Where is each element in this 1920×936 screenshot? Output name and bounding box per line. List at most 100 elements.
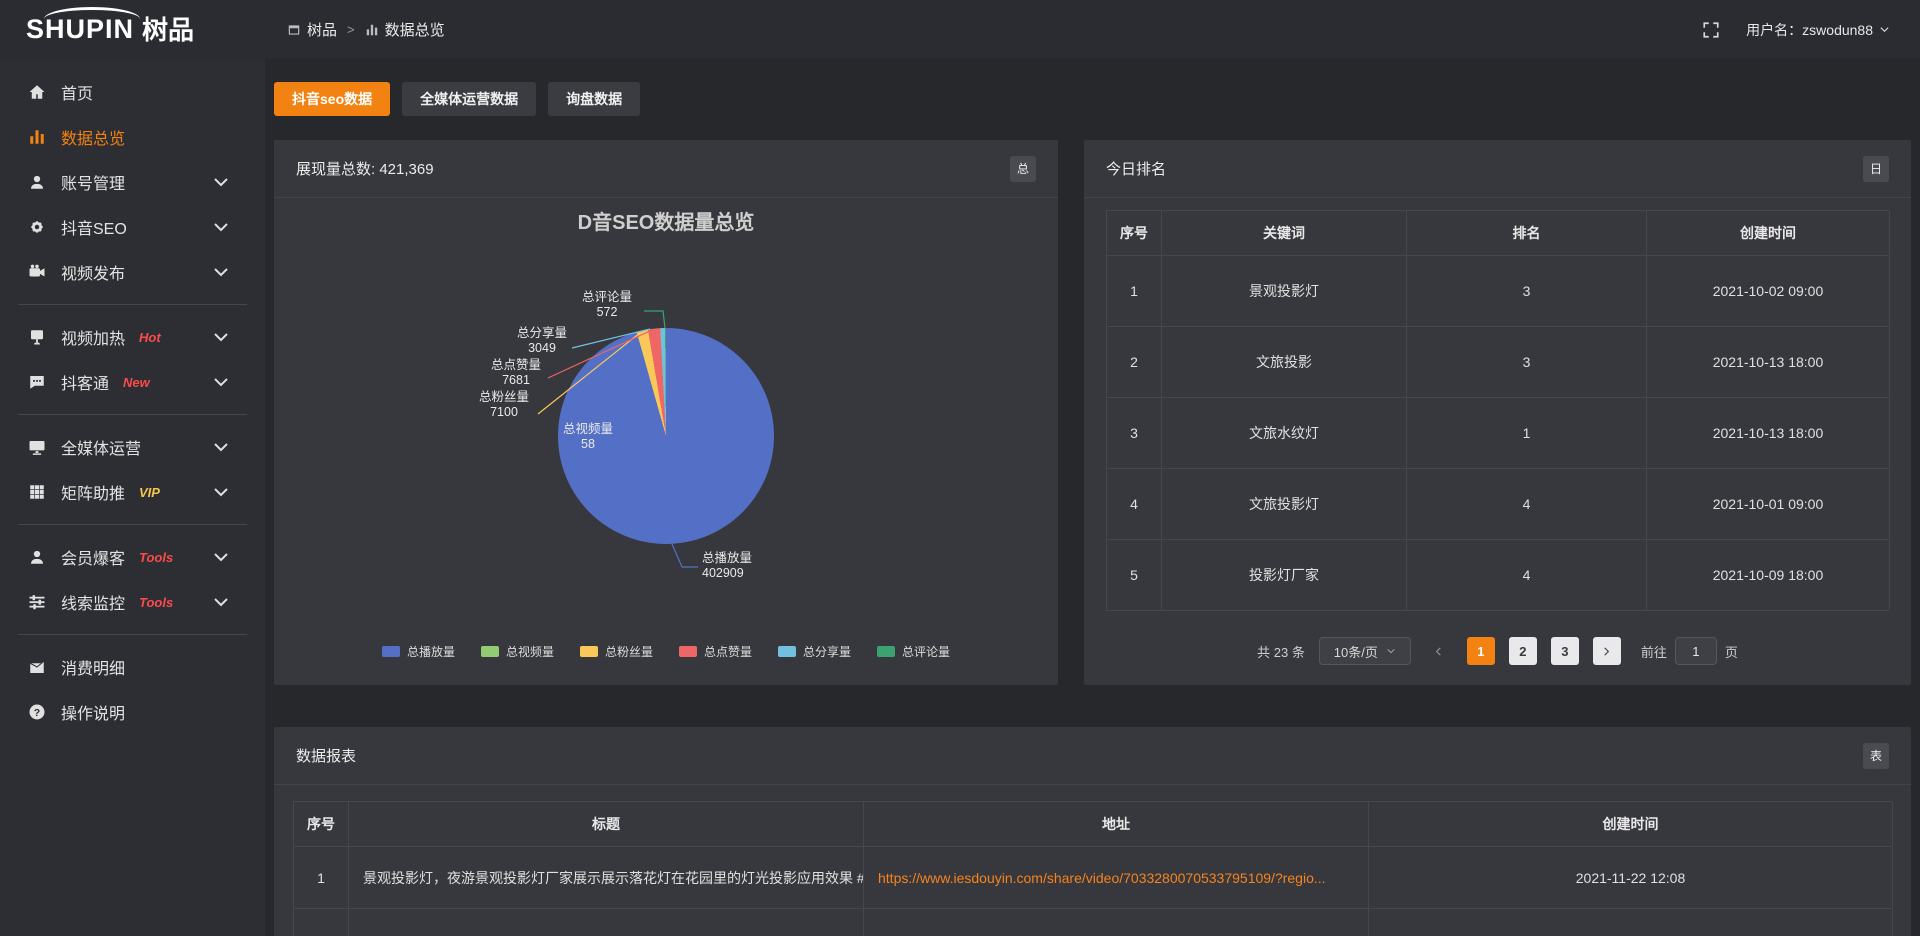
table-cell: 3: [1107, 398, 1162, 468]
page-button-2[interactable]: 2: [1509, 637, 1537, 665]
pie-label-name: 总视频量: [563, 422, 613, 437]
chevron-down-icon: [212, 173, 230, 191]
fullscreen-icon[interactable]: [1702, 21, 1720, 39]
legend-item[interactable]: 总播放量: [382, 643, 455, 660]
breadcrumb-separator: >: [347, 22, 355, 37]
breadcrumb-label: 树品: [307, 19, 337, 40]
table-cell: 4: [1407, 540, 1647, 610]
chevron-down-icon: [212, 438, 230, 456]
sidebar-item-operation-guide[interactable]: ? 操作说明: [0, 692, 265, 732]
sidebar-item-data-overview[interactable]: 数据总览: [0, 117, 265, 157]
sidebar-item-omni-media[interactable]: 全媒体运营: [0, 427, 265, 467]
legend-item[interactable]: 总视频量: [481, 643, 554, 660]
chevron-down-icon: [212, 483, 230, 501]
table-cell: 文旅水纹灯: [1162, 398, 1407, 468]
legend-label: 总视频量: [506, 643, 554, 660]
user-menu[interactable]: 用户名：zswodun88: [1746, 20, 1890, 40]
sidebar-item-label: 视频加热: [61, 325, 125, 349]
question-icon: ?: [28, 703, 46, 721]
pie-label: 总评论量572: [582, 290, 632, 320]
table-cell: 2: [1107, 327, 1162, 397]
goto-page: 前往页: [1641, 637, 1738, 665]
table-cell: 投影灯厂家: [1162, 540, 1407, 610]
sidebar-item-video-publish[interactable]: 视频发布: [0, 252, 265, 292]
report-panel-title: 数据报表: [296, 745, 356, 766]
next-page-button[interactable]: [1593, 637, 1621, 665]
table-row: 1景观投影灯，夜游景观投影灯厂家展示展示落花灯在花园里的灯光投影应用效果 #ht…: [294, 847, 1892, 909]
column-header: 排名: [1407, 211, 1647, 255]
pie-label-name: 总分享量: [517, 326, 567, 341]
sidebar-item-label: 操作说明: [61, 700, 125, 724]
column-header: 创建时间: [1647, 211, 1890, 255]
sidebar-item-home[interactable]: 首页: [0, 72, 265, 112]
page-button-3[interactable]: 3: [1551, 637, 1579, 665]
column-header: 序号: [1107, 211, 1162, 255]
bar-chart-icon: [365, 23, 379, 37]
day-toggle-button[interactable]: 日: [1863, 156, 1889, 182]
legend-label: 总粉丝量: [605, 643, 653, 660]
tab-omni-media-data[interactable]: 全媒体运营数据: [402, 82, 536, 116]
sidebar-item-label: 线索监控: [61, 590, 125, 614]
table-toggle-button[interactable]: 表: [1863, 743, 1889, 769]
sidebar-item-lead-monitor[interactable]: 线索监控 Tools: [0, 582, 265, 622]
table-cell: 4: [1107, 469, 1162, 539]
legend-item[interactable]: 总点赞量: [679, 643, 752, 660]
pie-label: 总视频量58: [563, 422, 613, 452]
table-cell: 1: [1107, 256, 1162, 326]
sliders-icon: [28, 593, 46, 611]
table-cell: 2021-10-09 18:00: [1647, 540, 1890, 610]
table-cell: 3: [1407, 327, 1647, 397]
logo-cn-text: 树品: [142, 17, 194, 43]
user-icon: [28, 548, 46, 566]
sidebar-item-consumption-detail[interactable]: 消费明细: [0, 647, 265, 687]
sidebar-item-badge: Tools: [139, 550, 173, 565]
tab-douyin-seo-data[interactable]: 抖音seo数据: [274, 82, 390, 116]
goto-suffix: 页: [1725, 642, 1738, 661]
pie-label-value: 58: [563, 437, 613, 452]
link-cell[interactable]: https://www.iesdouyin.com/share/video/70…: [864, 847, 1369, 908]
total-toggle-button[interactable]: 总: [1010, 156, 1036, 182]
chevron-down-icon: [212, 218, 230, 236]
page-button-1[interactable]: 1: [1467, 637, 1495, 665]
gear-icon: [28, 218, 46, 236]
sidebar-item-douketong[interactable]: 抖客通New: [0, 362, 265, 402]
chat-icon: [28, 373, 46, 391]
sidebar-item-video-heating[interactable]: 视频加热Hot: [0, 317, 265, 357]
pie-label-value: 572: [582, 305, 632, 320]
pie-label: 总播放量402909: [702, 551, 752, 581]
table-cell: [294, 909, 349, 936]
sidebar-item-label: 抖客通: [61, 370, 109, 394]
goto-page-input[interactable]: [1675, 637, 1717, 665]
chevron-down-icon: [212, 373, 230, 391]
legend-item[interactable]: 总粉丝量: [580, 643, 653, 660]
chart-title: D音SEO数据量总览: [274, 206, 1058, 235]
sidebar-divider: [18, 414, 247, 415]
table-cell: 2021-11-22 12:08: [1369, 847, 1893, 908]
breadcrumb-item-shupin[interactable]: 树品: [287, 19, 337, 40]
pie-label-name: 总评论量: [582, 290, 632, 305]
sidebar-item-douyin-seo[interactable]: 抖音SEO: [0, 207, 265, 247]
prev-page-button[interactable]: [1425, 637, 1453, 665]
chevron-left-icon: [1433, 646, 1444, 657]
ranking-table: 序号关键词排名创建时间1景观投影灯32021-10-02 09:002文旅投影3…: [1106, 210, 1889, 611]
table-row: 4文旅投影灯42021-10-01 09:00: [1107, 469, 1889, 540]
legend-item[interactable]: 总评论量: [877, 643, 950, 660]
page-size-select[interactable]: 10条/页: [1319, 637, 1411, 665]
sidebar-item-badge: Tools: [139, 595, 173, 610]
impressions-total-label: 展现量总数: 421,369: [296, 158, 434, 179]
sidebar-item-matrix-boost[interactable]: 矩阵助推VIP: [0, 472, 265, 512]
sidebar-item-member-baoke[interactable]: 会员爆客Tools: [0, 537, 265, 577]
legend-item[interactable]: 总分享量: [778, 643, 851, 660]
tab-inquiry-data[interactable]: 询盘数据: [548, 82, 640, 116]
home-icon: [28, 83, 46, 101]
breadcrumb-item-data-overview[interactable]: 数据总览: [365, 19, 445, 40]
grid-icon: [28, 483, 46, 501]
legend-swatch: [382, 646, 400, 657]
user-icon: [28, 173, 46, 191]
monitor-icon: [28, 438, 46, 456]
logo: SHUPIN 树品: [0, 16, 265, 43]
sidebar-item-label: 数据总览: [61, 125, 125, 149]
legend-swatch: [580, 646, 598, 657]
sidebar-item-account-management[interactable]: 账号管理: [0, 162, 265, 202]
pie-label-value: 7100: [479, 405, 529, 420]
